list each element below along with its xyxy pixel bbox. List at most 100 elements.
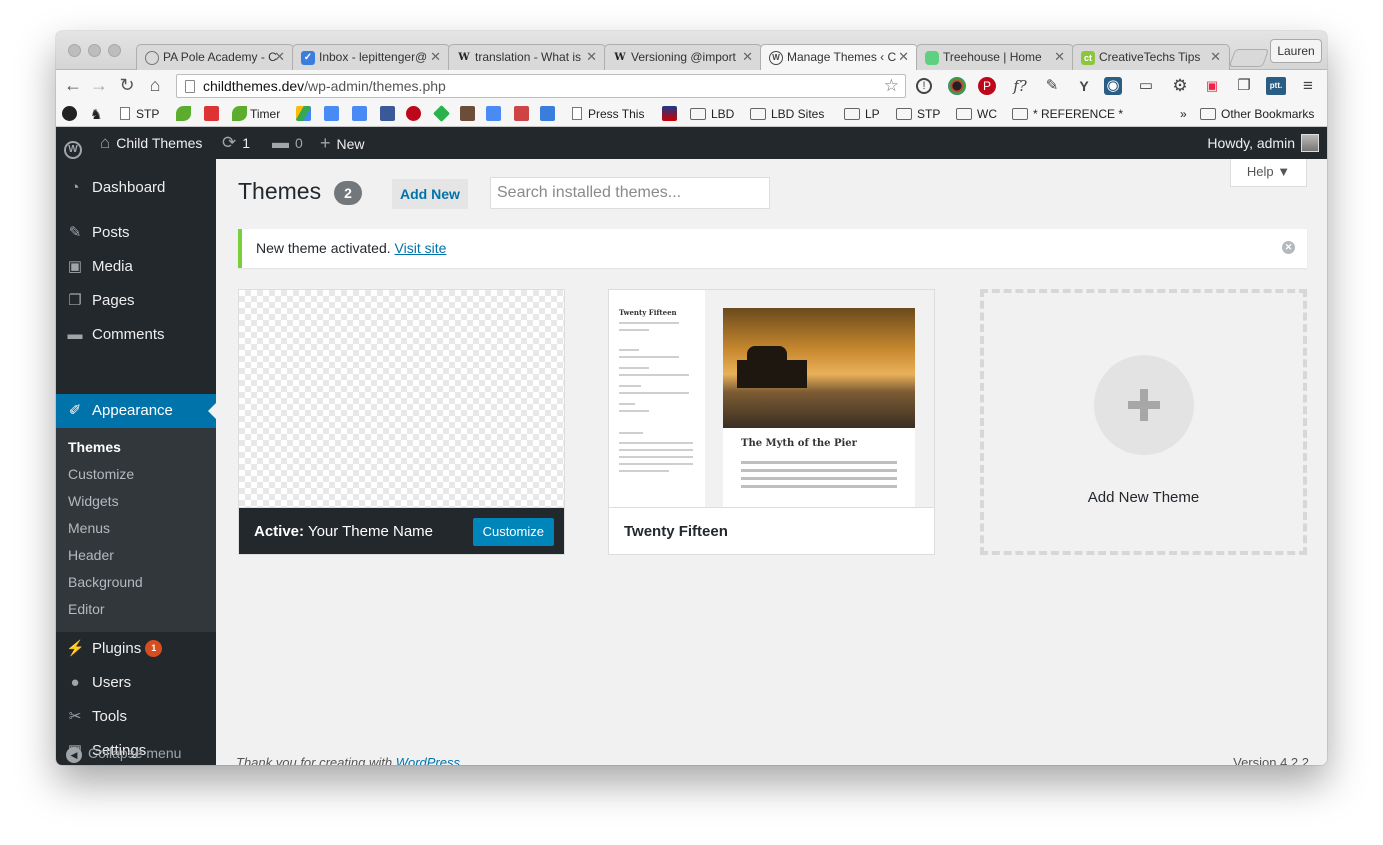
close-tab-icon[interactable]: ✕ [742,49,753,65]
bookmark-google-1[interactable] [324,106,342,122]
bookmark-google-3[interactable] [486,106,504,122]
bookmark-folder-lbd[interactable]: LBD [690,106,734,122]
wordpress-logo-button[interactable]: W [64,127,84,159]
bookmarks-overflow-button[interactable]: » [1180,106,1187,122]
submenu-item-background[interactable]: Background [68,569,143,596]
bookmark-folder-lp[interactable]: LP [844,106,880,122]
bookmark-folder-stp[interactable]: STP [896,106,940,122]
sidebar-item-comments[interactable]: ▬ Comments [56,318,216,352]
customize-button[interactable]: Customize [472,518,554,546]
add-new-theme-card[interactable]: Add New Theme [980,289,1307,555]
wordpress-link[interactable]: WordPress [396,755,460,765]
dismiss-icon[interactable]: ✕ [1282,241,1295,254]
bookmark-star-icon[interactable]: ☆ [884,75,899,97]
bookmark-feedly[interactable] [433,105,452,122]
gear-icon[interactable]: ⚙ [1170,76,1190,96]
minimize-window-button[interactable] [88,44,101,57]
search-themes-input[interactable] [490,177,770,209]
bookmark-stp[interactable]: STP [120,106,159,122]
submenu-item-customize[interactable]: Customize [68,461,134,488]
new-content-link[interactable]: + New [320,127,365,159]
menu-icon[interactable]: ≡ [1298,76,1318,96]
theme-card-active[interactable]: Active: Your Theme Name Customize [238,289,565,555]
bookmark-drive[interactable] [296,106,314,122]
close-window-button[interactable] [68,44,81,57]
ptt-icon[interactable]: ptt. [1266,77,1286,95]
sidebar-item-dashboard[interactable]: ◔ Dashboard [56,171,216,205]
password-manager-icon[interactable]: ! [916,78,932,94]
close-tab-icon[interactable]: ✕ [274,49,285,65]
sidebar-item-media[interactable]: ▣ Media [56,250,216,284]
tab-creativetechs[interactable]: ct CreativeTechs Tips ✕ [1072,44,1230,70]
reload-icon[interactable]: ↻ [116,75,138,95]
eyedropper-icon[interactable]: ✎ [1042,76,1062,96]
tab-treehouse[interactable]: Treehouse | Home ✕ [916,44,1074,70]
sidebar-item-users[interactable]: ● Users [56,666,216,700]
window-manager-icon[interactable]: ❐ [1234,76,1254,96]
submenu-item-header[interactable]: Header [68,542,114,569]
wrench-icon: ✂ [68,708,82,725]
add-new-button[interactable]: Add New [392,179,468,209]
pinterest-icon[interactable]: P [978,77,996,95]
bookmark-press-this[interactable]: Press This [572,106,644,122]
sidebar-item-posts[interactable]: ✎ Posts [56,216,216,250]
cast-icon[interactable]: ▭ [1136,76,1156,96]
comments-link[interactable]: ▬ 0 [272,127,303,159]
new-tab-button[interactable] [1228,49,1270,67]
bookmark-instagram[interactable] [460,106,478,122]
bookmark-folder-lbd-sites[interactable]: LBD Sites [750,106,824,122]
sidebar-item-appearance[interactable]: ✐ Appearance [56,394,216,428]
zoom-window-button[interactable] [108,44,121,57]
site-name-link[interactable]: ⌂ Child Themes [100,127,202,159]
close-tab-icon[interactable]: ✕ [898,49,909,65]
submenu-item-widgets[interactable]: Widgets [68,488,119,515]
home-icon[interactable]: ⌂ [144,75,166,95]
address-bar[interactable]: childthemes.dev/wp-admin/themes.php ☆ [176,74,906,98]
howdy-account-link[interactable]: Howdy, admin [1207,127,1295,159]
bookmark-mail[interactable] [514,106,532,122]
avatar[interactable] [1301,134,1319,152]
close-tab-icon[interactable]: ✕ [430,49,441,65]
tab-strip: PA Pole Academy - C ✕ ✓ Inbox - lepitten… [56,31,1327,71]
tab-inbox[interactable]: ✓ Inbox - lepittenger@ ✕ [292,44,450,70]
tab-versioning[interactable]: W Versioning @import ✕ [604,44,762,70]
bookmark-folder-wc[interactable]: WC [956,106,997,122]
stylebot-icon[interactable]: ◉ [1104,77,1122,95]
sidebar-item-tools[interactable]: ✂ Tools [56,700,216,734]
bookmark-folder-reference[interactable]: * REFERENCE * [1012,106,1123,122]
bookmark-deer-icon[interactable]: ♞ [90,106,103,122]
updates-link[interactable]: ⟳ 1 [222,127,250,159]
color-picker-icon[interactable] [948,77,966,95]
bookmark-pinterest[interactable] [406,106,424,122]
visit-site-link[interactable]: Visit site [395,240,447,256]
bookmark-inbox[interactable] [540,106,558,122]
forward-icon[interactable]: → [88,75,110,95]
bookmark-google-2[interactable] [352,106,370,122]
lastpass-icon[interactable]: ▣ [1202,76,1222,96]
tab-manage-themes[interactable]: W Manage Themes ‹ C ✕ [760,44,918,71]
submenu-item-menus[interactable]: Menus [68,515,110,542]
bookmark-folder-other[interactable]: Other Bookmarks [1200,106,1314,122]
close-tab-icon[interactable]: ✕ [1210,49,1221,65]
tab-translation[interactable]: W translation - What is ✕ [448,44,606,70]
theme-card-twenty-fifteen[interactable]: Twenty Fifteen The Myth of the Pier Twen… [608,289,935,555]
collapse-menu-button[interactable]: ◀ Collapse menu [66,745,181,763]
submenu-item-editor[interactable]: Editor [68,596,105,623]
bookmark-facebook[interactable] [380,106,398,122]
yslow-icon[interactable]: Y [1074,76,1094,96]
back-icon[interactable]: ← [62,75,84,95]
sidebar-item-plugins[interactable]: ⚡ Plugins 1 [56,632,216,666]
bookmark-flag[interactable] [662,106,680,122]
profile-button[interactable]: Lauren [1270,39,1322,63]
close-tab-icon[interactable]: ✕ [1054,49,1065,65]
help-tab-button[interactable]: Help ▼ [1230,159,1307,187]
close-tab-icon[interactable]: ✕ [586,49,597,65]
whatfont-icon[interactable]: f? [1010,76,1030,96]
tab-pa-pole-academy[interactable]: PA Pole Academy - C ✕ [136,44,294,70]
bookmark-timer[interactable]: Timer [232,106,280,122]
bookmark-leaf[interactable] [176,106,194,122]
bookmark-red[interactable] [204,106,222,122]
bookmark-dark-icon[interactable] [62,106,80,122]
submenu-item-themes[interactable]: Themes [68,434,121,461]
sidebar-item-pages[interactable]: ❐ Pages [56,284,216,318]
